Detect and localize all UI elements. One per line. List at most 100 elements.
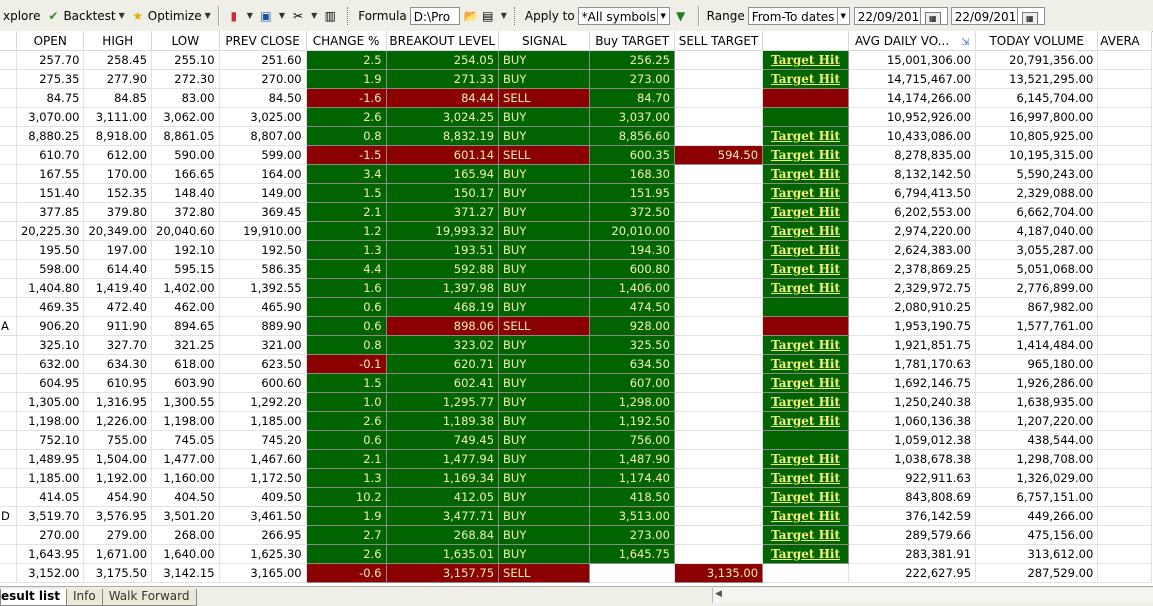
chevron-down-icon[interactable]: ▼ [247,11,253,20]
table-row[interactable]: 604.95 610.95 603.90 600.60 1.5 602.41 BUY 607.… [0,373,1152,393]
chevron-down-icon[interactable]: ▼ [279,11,285,20]
target-hit-link[interactable]: Target Hit [771,528,840,542]
target-hit-link[interactable]: Target Hit [771,129,840,143]
chevron-down-icon[interactable]: ▼ [311,11,317,20]
table-row[interactable]: 20,225.30 20,349.00 20,040.60 19,910.00 1.2 1… [0,221,1152,241]
target-hit-link[interactable]: Target Hit [771,338,840,352]
scroll-left-icon[interactable]: ◀ [715,589,722,599]
table-row[interactable]: 1,489.95 1,504.00 1,477.00 1,467.60 2.1 1,477… [0,449,1152,469]
toolbar-grip[interactable] [513,6,518,25]
table-row[interactable]: 195.50 197.00 192.10 192.50 1.3 193.51 BUY 194.… [0,240,1152,260]
column-header-target-hit[interactable] [762,31,849,51]
target-hit-link[interactable]: Target Hit [771,395,840,409]
table-row[interactable]: 84.75 84.85 83.00 84.50 -1.6 84.44 SELL 84.70 14… [0,88,1152,108]
target-hit-link[interactable]: Target Hit [771,72,840,86]
column-header-sell-target[interactable]: SELL TARGET [674,31,764,51]
horizontal-scrollbar[interactable]: ◀ [712,588,1153,603]
chevron-down-icon[interactable]: ▼ [501,11,507,20]
column-header-prev-close[interactable]: PREV CLOSE [219,31,307,51]
target-hit-link[interactable]: Target Hit [771,148,840,162]
date-to-field[interactable]: 22/09/2016 [950,6,1017,25]
column-header-change-pct[interactable]: CHANGE % [306,31,387,51]
table-row[interactable]: 151.40 152.35 148.40 149.00 1.5 150.17 BUY 151.… [0,183,1152,203]
tab-result-list[interactable]: esult list [0,589,67,606]
target-hit-link[interactable]: Target Hit [771,167,840,181]
toolbar-grip[interactable] [347,6,351,25]
explore-button[interactable]: xplore [0,4,43,28]
avg-volume-cell: 1,060,136.38 [848,411,977,431]
target-hit-link[interactable]: Target Hit [771,281,840,295]
target-hit-link[interactable]: Target Hit [771,414,840,428]
filter-icon[interactable]: ▼ [674,9,688,23]
table-row[interactable]: 257.70 258.45 255.10 251.60 2.5 254.05 BUY 256.… [0,50,1152,70]
today-volume-cell: 6,145,704.00 [975,88,1099,108]
settings-button[interactable]: ✂ ▼ [288,4,320,28]
table-row[interactable]: 3,152.00 3,175.50 3,142.15 3,165.00 -0.6 3,15… [0,563,1152,583]
column-header-signal[interactable]: SIGNAL [498,31,591,51]
chevron-down-icon[interactable]: ▼ [119,11,125,20]
date-from-picker[interactable]: ▦ [919,6,948,25]
table-row[interactable]: 1,404.80 1,419.40 1,402.00 1,392.55 1.6 1,397… [0,278,1152,298]
sort-desc-icon[interactable]: ⇲ [961,37,969,48]
column-header-open[interactable]: OPEN [16,31,85,51]
column-header-average[interactable]: AVERA [1097,31,1152,51]
table-row[interactable]: A 906.20 911.90 894.65 889.90 0.6 898.06 SELL 92… [0,316,1152,336]
target-hit-link[interactable]: Target Hit [771,452,840,466]
table-row[interactable]: 167.55 170.00 166.65 164.00 3.4 165.94 BUY 168.… [0,164,1152,184]
column-header-high[interactable]: HIGH [83,31,153,51]
tab-walk-forward[interactable]: Walk Forward [101,589,197,606]
column-header-ticker[interactable] [0,31,17,51]
target-hit-link[interactable]: Target Hit [771,186,840,200]
parameters-button[interactable]: ▥ [320,4,343,28]
optimize-button[interactable]: ★ Optimize ▼ [128,4,214,28]
table-row[interactable]: 8,880.25 8,918.00 8,861.05 8,807.00 0.8 8,832… [0,126,1152,146]
target-hit-link[interactable]: Target Hit [771,357,840,371]
table-row[interactable]: 377.85 379.80 372.80 369.45 2.1 371.27 BUY 372.… [0,202,1152,222]
table-row[interactable]: 270.00 279.00 268.00 266.95 2.7 268.84 BUY 273.… [0,525,1152,545]
table-row[interactable]: 469.35 472.40 462.00 465.90 0.6 468.19 BUY 474.… [0,297,1152,317]
chevron-down-icon[interactable]: ▼ [657,6,670,25]
table-row[interactable]: 752.10 755.00 745.05 745.20 0.6 749.45 BUY 756.… [0,430,1152,450]
date-from-field[interactable]: 22/09/2016 [853,6,920,25]
table-row[interactable]: 275.35 277.90 272.30 270.00 1.9 271.33 BUY 273.… [0,69,1152,89]
results-grid[interactable]: OPEN HIGH LOW PREV CLOSE CHANGE % BREAKOUT LE… [0,31,1153,586]
chevron-down-icon[interactable]: ▼ [837,6,850,25]
table-row[interactable]: 598.00 614.40 595.15 586.35 4.4 592.88 BUY 600.… [0,259,1152,279]
table-row[interactable]: 632.00 634.30 618.00 623.50 -0.1 620.71 BUY 634… [0,354,1152,374]
target-hit-link[interactable]: Target Hit [771,262,840,276]
target-hit-link[interactable]: Target Hit [771,490,840,504]
table-row[interactable]: D 3,519.70 3,576.95 3,501.20 3,461.50 1.9 3,47… [0,506,1152,526]
apply-to-select[interactable]: *All symbols [577,6,658,25]
column-header-buy-target[interactable]: Buy TARGET [589,31,675,51]
report-button[interactable]: ▮ ▼ [224,4,256,28]
column-header-breakout-level[interactable]: BREAKOUT LEVEL [386,31,500,51]
tab-info[interactable]: Info [65,589,103,606]
target-hit-link[interactable]: Target Hit [771,205,840,219]
edit-formula-icon[interactable]: ▤ [481,9,495,23]
target-hit-link[interactable]: Target Hit [771,376,840,390]
table-row[interactable]: 1,305.00 1,316.95 1,300.55 1,292.20 1.0 1,295… [0,392,1152,412]
table-row[interactable]: 1,198.00 1,226.00 1,198.00 1,185.00 2.6 1,189… [0,411,1152,431]
target-hit-link[interactable]: Target Hit [771,509,840,523]
window-button[interactable]: ▣ ▼ [256,4,288,28]
target-hit-link[interactable]: Target Hit [771,471,840,485]
column-header-avg-daily-volume[interactable]: AVG DAILY VO... ⇲ [848,31,977,51]
open-folder-icon[interactable]: 📂 [464,9,479,23]
table-row[interactable]: 1,643.95 1,671.00 1,640.00 1,625.30 2.6 1,635… [0,544,1152,564]
formula-path-field[interactable]: D:\Pro [409,6,460,25]
table-row[interactable]: 610.70 612.00 590.00 599.00 -1.5 601.14 SELL 60… [0,145,1152,165]
range-select[interactable]: From-To dates [747,6,838,25]
chevron-down-icon[interactable]: ▼ [205,11,211,20]
target-hit-link[interactable]: Target Hit [771,243,840,257]
column-header-today-volume[interactable]: TODAY VOLUME [975,31,1099,51]
table-row[interactable]: 3,070.00 3,111.00 3,062.00 3,025.00 2.6 3,024… [0,107,1152,127]
backtest-button[interactable]: ✔ Backtest ▼ [43,4,127,28]
target-hit-link[interactable]: Target Hit [771,224,840,238]
target-hit-link[interactable]: Target Hit [771,547,840,561]
table-row[interactable]: 414.05 454.90 404.50 409.50 10.2 412.05 BUY 418… [0,487,1152,507]
date-to-picker[interactable]: ▦ [1016,6,1045,25]
table-row[interactable]: 325.10 327.70 321.25 321.00 0.8 323.02 BUY 325.… [0,335,1152,355]
column-header-low[interactable]: LOW [151,31,220,51]
table-row[interactable]: 1,185.00 1,192.00 1,160.00 1,172.50 1.3 1,169… [0,468,1152,488]
target-hit-link[interactable]: Target Hit [771,53,840,67]
